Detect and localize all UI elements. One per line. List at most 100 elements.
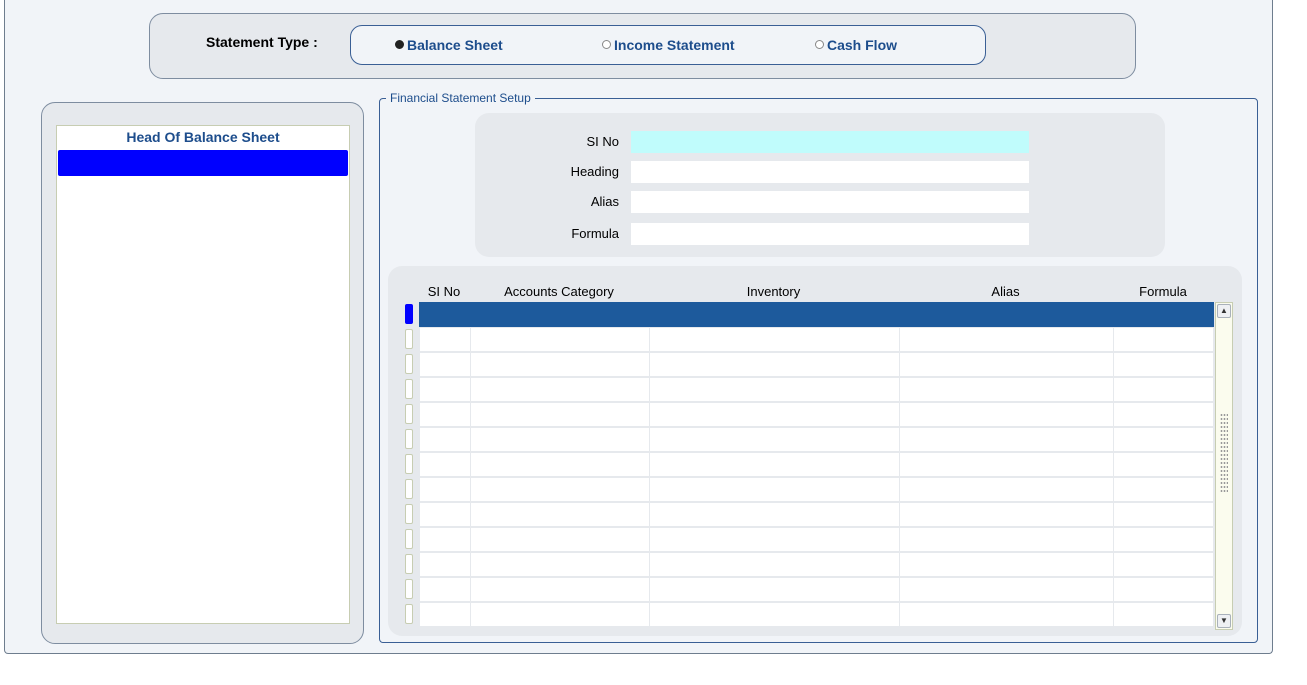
- cell-alias[interactable]: [899, 427, 1114, 452]
- cell-alias[interactable]: [899, 527, 1114, 552]
- cell-formula[interactable]: [1113, 577, 1214, 602]
- cell-accounts-category[interactable]: [470, 402, 650, 427]
- row-indicator[interactable]: [405, 604, 413, 624]
- cell-formula[interactable]: [1113, 402, 1214, 427]
- cell-inventory[interactable]: [649, 452, 900, 477]
- cell-accounts-category[interactable]: [470, 552, 650, 577]
- cell-si-no[interactable]: [419, 427, 471, 452]
- row-indicator[interactable]: [405, 504, 413, 524]
- cell-si-no[interactable]: [419, 577, 471, 602]
- cell-alias[interactable]: [899, 352, 1114, 377]
- cell-formula[interactable]: [1113, 327, 1214, 352]
- row-indicator[interactable]: [405, 379, 413, 399]
- cell-si-no[interactable]: [419, 327, 471, 352]
- row-indicator[interactable]: [405, 354, 413, 374]
- grid-scrollbar[interactable]: ▲ ▼: [1215, 302, 1233, 630]
- si-no-input[interactable]: [630, 130, 1030, 154]
- cell-accounts-category[interactable]: [470, 377, 650, 402]
- cell-formula[interactable]: [1113, 427, 1214, 452]
- cell-si-no[interactable]: [419, 352, 471, 377]
- formula-input[interactable]: [630, 222, 1030, 246]
- col-header-inventory: Inventory: [746, 284, 801, 299]
- si-no-label: SI No: [586, 134, 619, 149]
- scrollbar-grip[interactable]: [1220, 413, 1228, 493]
- cell-alias[interactable]: [899, 377, 1114, 402]
- cell-inventory[interactable]: [649, 352, 900, 377]
- cell-accounts-category[interactable]: [470, 302, 650, 327]
- setup-grid: SI No Accounts Category Inventory Alias …: [388, 266, 1242, 636]
- cell-inventory[interactable]: [649, 302, 900, 327]
- radio-income-statement[interactable]: Income Statement: [602, 37, 735, 53]
- cell-alias[interactable]: [899, 302, 1114, 327]
- cell-si-no[interactable]: [419, 377, 471, 402]
- cell-accounts-category[interactable]: [470, 327, 650, 352]
- cell-accounts-category[interactable]: [470, 427, 650, 452]
- cell-si-no[interactable]: [419, 527, 471, 552]
- row-indicator[interactable]: [405, 404, 413, 424]
- statement-type-panel: Statement Type : Balance Sheet Income St…: [149, 13, 1136, 79]
- row-indicator[interactable]: [405, 304, 413, 324]
- cell-formula[interactable]: [1113, 552, 1214, 577]
- form-row-formula: Formula: [475, 222, 1165, 246]
- cell-si-no[interactable]: [419, 602, 471, 627]
- cell-inventory[interactable]: [649, 327, 900, 352]
- cell-formula[interactable]: [1113, 477, 1214, 502]
- cell-accounts-category[interactable]: [470, 352, 650, 377]
- cell-accounts-category[interactable]: [470, 477, 650, 502]
- radio-unselected-icon: [602, 40, 611, 49]
- cell-inventory[interactable]: [649, 602, 900, 627]
- cell-accounts-category[interactable]: [470, 577, 650, 602]
- radio-balance-sheet[interactable]: Balance Sheet: [395, 37, 503, 53]
- head-list: Head Of Balance Sheet: [56, 125, 350, 624]
- head-list-item-selected[interactable]: [58, 150, 348, 176]
- cell-formula[interactable]: [1113, 527, 1214, 552]
- cell-inventory[interactable]: [649, 502, 900, 527]
- cell-inventory[interactable]: [649, 402, 900, 427]
- arrow-up-icon[interactable]: ▲: [1217, 304, 1231, 318]
- cell-inventory[interactable]: [649, 577, 900, 602]
- cell-si-no[interactable]: [419, 452, 471, 477]
- cell-accounts-category[interactable]: [470, 502, 650, 527]
- cell-alias[interactable]: [899, 552, 1114, 577]
- row-indicator[interactable]: [405, 429, 413, 449]
- cell-si-no[interactable]: [419, 477, 471, 502]
- arrow-down-icon[interactable]: ▼: [1217, 614, 1231, 628]
- cell-inventory[interactable]: [649, 377, 900, 402]
- cell-si-no[interactable]: [419, 402, 471, 427]
- cell-alias[interactable]: [899, 502, 1114, 527]
- cell-si-no[interactable]: [419, 552, 471, 577]
- cell-inventory[interactable]: [649, 427, 900, 452]
- cell-formula[interactable]: [1113, 377, 1214, 402]
- cell-accounts-category[interactable]: [470, 452, 650, 477]
- cell-formula[interactable]: [1113, 302, 1214, 327]
- setup-form: SI No Heading Alias Formula: [475, 113, 1165, 257]
- cell-si-no[interactable]: [419, 302, 471, 327]
- row-indicator[interactable]: [405, 479, 413, 499]
- cell-accounts-category[interactable]: [470, 602, 650, 627]
- row-indicator[interactable]: [405, 529, 413, 549]
- row-indicator[interactable]: [405, 554, 413, 574]
- cell-inventory[interactable]: [649, 552, 900, 577]
- radio-unselected-icon: [815, 40, 824, 49]
- row-indicator[interactable]: [405, 454, 413, 474]
- statement-type-label: Statement Type :: [206, 34, 318, 50]
- row-indicator[interactable]: [405, 579, 413, 599]
- heading-input[interactable]: [630, 160, 1030, 184]
- alias-input[interactable]: [630, 190, 1030, 214]
- cell-inventory[interactable]: [649, 477, 900, 502]
- radio-cash-flow[interactable]: Cash Flow: [815, 37, 897, 53]
- cell-alias[interactable]: [899, 477, 1114, 502]
- cell-formula[interactable]: [1113, 352, 1214, 377]
- cell-formula[interactable]: [1113, 452, 1214, 477]
- cell-formula[interactable]: [1113, 602, 1214, 627]
- cell-si-no[interactable]: [419, 502, 471, 527]
- cell-inventory[interactable]: [649, 527, 900, 552]
- cell-alias[interactable]: [899, 452, 1114, 477]
- cell-formula[interactable]: [1113, 502, 1214, 527]
- cell-alias[interactable]: [899, 402, 1114, 427]
- cell-alias[interactable]: [899, 577, 1114, 602]
- cell-alias[interactable]: [899, 602, 1114, 627]
- cell-alias[interactable]: [899, 327, 1114, 352]
- row-indicator[interactable]: [405, 329, 413, 349]
- cell-accounts-category[interactable]: [470, 527, 650, 552]
